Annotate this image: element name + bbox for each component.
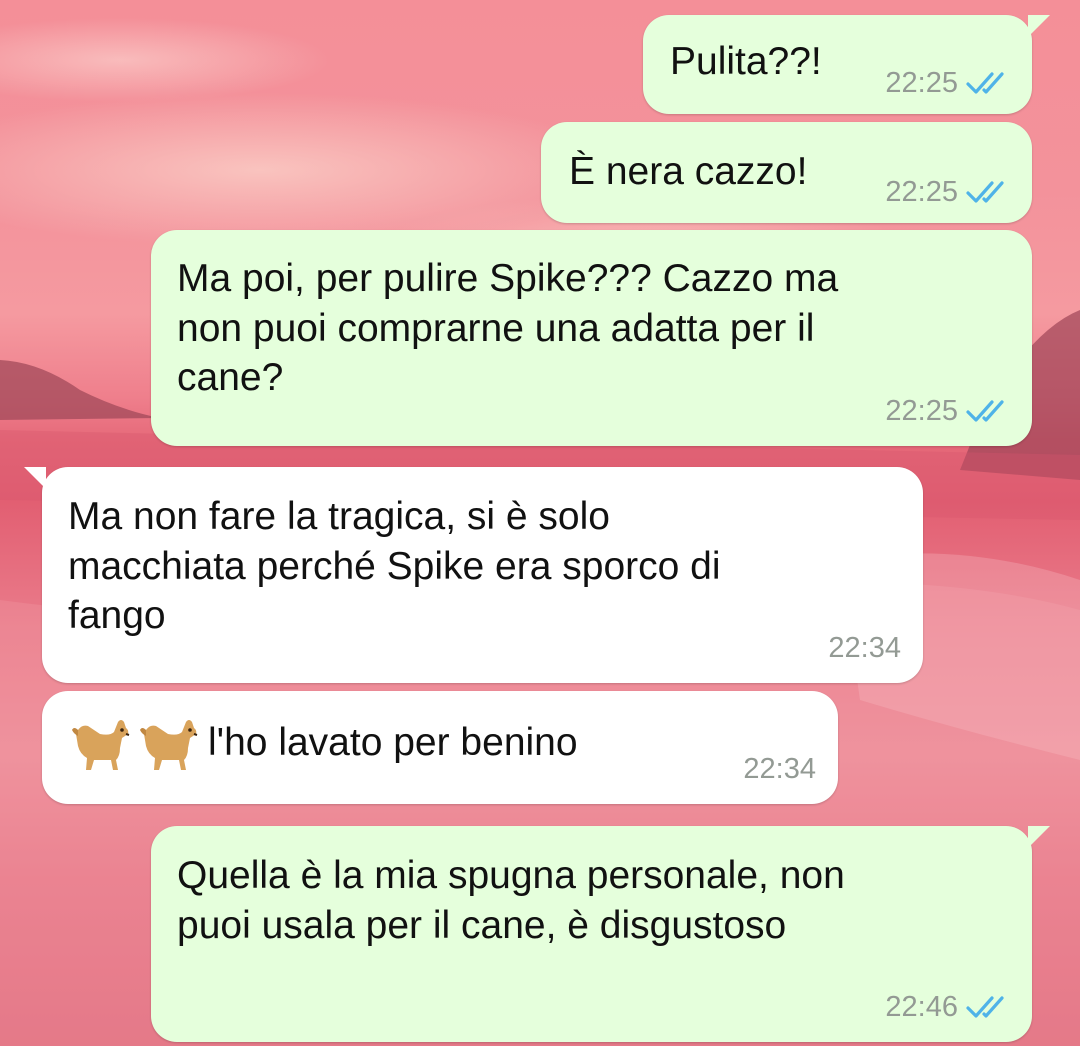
read-ticks-icon xyxy=(966,400,1004,423)
message-text-row: l'ho lavato per benino xyxy=(66,712,578,774)
message-incoming[interactable]: l'ho lavato per benino 22:34 xyxy=(42,691,838,804)
message-meta: 22:34 xyxy=(828,630,901,667)
message-outgoing[interactable]: È nera cazzo! 22:25 xyxy=(541,122,1032,223)
message-time: 22:25 xyxy=(885,395,958,427)
read-ticks-icon xyxy=(966,72,1004,95)
message-meta: 22:46 xyxy=(885,989,1010,1026)
message-meta: 22:34 xyxy=(743,751,816,788)
message-time: 22:34 xyxy=(828,632,901,664)
dog-emoji xyxy=(140,720,198,770)
dog-emoji xyxy=(72,720,130,770)
message-text: Ma non fare la tragica, si è solo macchi… xyxy=(68,495,721,638)
read-ticks-icon xyxy=(966,181,1004,204)
message-text: Quella è la mia spugna personale, non pu… xyxy=(177,854,845,947)
bubble-tail xyxy=(24,467,46,489)
message-meta: 22:25 xyxy=(885,393,1010,430)
message-time: 22:25 xyxy=(885,176,958,208)
message-outgoing[interactable]: Quella è la mia spugna personale, non pu… xyxy=(151,826,1050,1042)
message-meta: 22:25 xyxy=(885,174,1010,211)
bubble-tail xyxy=(1028,15,1050,37)
message-meta: 22:25 xyxy=(885,65,1010,102)
message-time: 22:46 xyxy=(885,991,958,1023)
message-time: 22:25 xyxy=(885,67,958,99)
message-outgoing[interactable]: Pulita??! 22:25 xyxy=(643,15,1050,114)
message-incoming[interactable]: Ma non fare la tragica, si è solo macchi… xyxy=(24,467,923,683)
message-time: 22:34 xyxy=(743,753,816,785)
bubble-tail xyxy=(1028,826,1050,848)
read-ticks-icon xyxy=(966,996,1004,1019)
message-text: Pulita??! xyxy=(670,40,822,83)
message-text: È nera cazzo! xyxy=(569,150,808,193)
message-outgoing[interactable]: Ma poi, per pulire Spike??? Cazzo ma non… xyxy=(151,230,1032,446)
message-text: Ma poi, per pulire Spike??? Cazzo ma non… xyxy=(177,257,839,400)
message-text: l'ho lavato per benino xyxy=(208,721,578,765)
